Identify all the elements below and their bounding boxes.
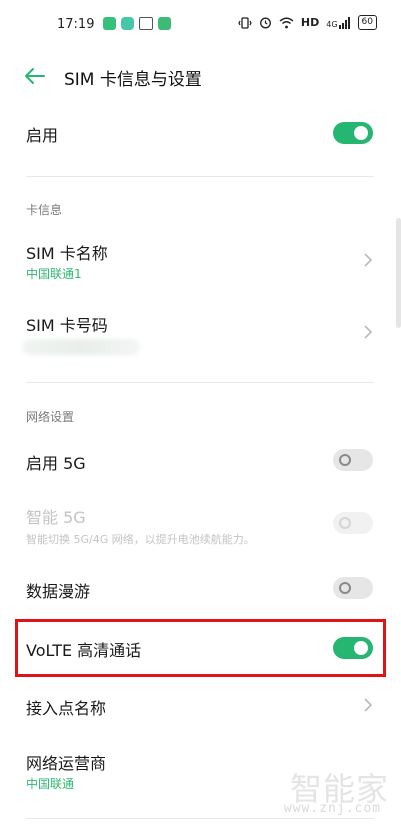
data-roaming-row[interactable]: 数据漫游 — [0, 566, 401, 610]
sim-name-label: SIM 卡名称 — [26, 244, 108, 263]
status-bar: 17:19 HD 4G 60 — [0, 0, 401, 50]
signal-bars-icon — [338, 16, 350, 29]
divider — [26, 176, 374, 177]
sim-number-label: SIM 卡号码 — [26, 316, 108, 335]
apn-label: 接入点名称 — [26, 699, 107, 718]
app-bar: SIM 卡信息与设置 — [0, 52, 401, 100]
status-time: 17:19 — [57, 17, 95, 32]
toggle-knob — [339, 582, 351, 594]
sim-name-value: 中国联通1 — [26, 267, 82, 281]
enable-5g-label: 启用 5G — [26, 454, 86, 473]
smart-5g-row: 智能 5G 智能切换 5G/4G 网络，以提升电池续航能力。 — [0, 500, 401, 550]
sim-name-row[interactable]: SIM 卡名称 中国联通1 — [0, 230, 401, 290]
data-roaming-toggle[interactable] — [333, 577, 373, 599]
enable-row[interactable]: 启用 — [0, 105, 401, 161]
chevron-right-icon — [364, 325, 373, 339]
chat-notification-icon — [103, 17, 116, 30]
smart-5g-description: 智能切换 5G/4G 网络，以提升电池续航能力。 — [26, 533, 255, 546]
sim-number-value-redacted — [22, 339, 140, 355]
divider — [26, 382, 374, 383]
divider — [26, 818, 374, 819]
chevron-right-icon — [364, 253, 373, 267]
alarm-icon — [259, 17, 271, 29]
toggle-knob — [354, 126, 368, 140]
scrollbar[interactable] — [396, 218, 401, 328]
hd-indicator: HD — [300, 16, 320, 29]
toggle-knob — [339, 517, 351, 529]
video-notification-icon — [139, 17, 153, 30]
back-arrow-icon[interactable] — [22, 63, 48, 89]
signal-indicator: 4G — [326, 16, 350, 29]
watermark-url: www.znj.com — [283, 801, 381, 816]
network-header: 网络设置 — [26, 410, 75, 424]
smart-5g-label: 智能 5G — [26, 508, 86, 527]
notification-icons — [103, 17, 171, 30]
enable-toggle[interactable] — [333, 122, 373, 144]
smart-5g-toggle — [333, 512, 373, 534]
system-icons: HD 4G 60 — [238, 15, 377, 30]
card-info-header: 卡信息 — [26, 203, 63, 217]
data-roaming-label: 数据漫游 — [26, 582, 91, 601]
watermark: 智能家 www.znj.com — [279, 764, 389, 816]
toggle-knob — [339, 454, 351, 466]
volte-highlight-box — [15, 619, 386, 677]
apn-row[interactable]: 接入点名称 — [0, 683, 401, 727]
vibrate-icon — [238, 16, 252, 29]
enable-5g-toggle[interactable] — [333, 449, 373, 471]
enable-label: 启用 — [26, 126, 59, 145]
shop-notification-icon — [158, 17, 171, 30]
enable-5g-row[interactable]: 启用 5G — [0, 438, 401, 482]
network-operator-value: 中国联通 — [26, 777, 75, 791]
wifi-icon — [279, 17, 294, 28]
network-operator-label: 网络运营商 — [26, 754, 107, 773]
chevron-right-icon — [364, 698, 373, 712]
app-notification-icon — [121, 17, 134, 30]
battery-indicator: 60 — [357, 15, 377, 30]
page-title: SIM 卡信息与设置 — [64, 70, 202, 90]
